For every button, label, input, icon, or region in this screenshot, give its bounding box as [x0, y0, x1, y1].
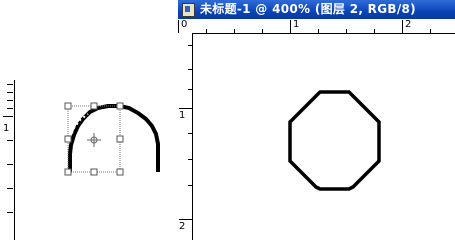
ruler-label-1: 1 — [179, 110, 186, 121]
ruler-tick — [188, 159, 192, 160]
ruler-tick — [7, 140, 13, 141]
ruler-tick — [7, 188, 13, 189]
square-handle-icon — [64, 168, 72, 176]
ruler-tick — [7, 100, 13, 101]
left-vertical-ruler[interactable]: 1 — [0, 80, 15, 240]
ruler-tick — [188, 185, 192, 186]
canvas-drawing — [288, 90, 381, 191]
document-title-bar[interactable]: 未标题-1 @ 400% (图层 2, RGB/8) — [178, 0, 455, 19]
document-canvas[interactable] — [193, 34, 455, 240]
vertical-ruler[interactable]: 1 2 — [178, 33, 193, 240]
ruler-label-0: 0 — [181, 19, 188, 30]
document-title: 未标题-1 @ 400% (图层 2, RGB/8) — [200, 2, 416, 16]
ruler-tick — [7, 164, 13, 165]
square-handle-icon — [90, 102, 98, 110]
square-handle-icon — [116, 168, 124, 176]
square-handle-icon — [116, 135, 124, 143]
ruler-label-2: 2 — [405, 19, 412, 30]
arc-stroke — [68, 104, 160, 172]
ruler-tick — [234, 29, 235, 33]
ruler-tick — [318, 29, 319, 33]
ruler-tick — [374, 29, 375, 33]
ruler-tick — [7, 92, 13, 93]
ruler-tick — [188, 133, 192, 134]
ruler-tick — [430, 29, 431, 33]
document-window[interactable]: 未标题-1 @ 400% (图层 2, RGB/8) 0 1 2 1 2 — [178, 0, 455, 240]
ruler-tick-major — [179, 219, 192, 220]
square-handle-icon — [116, 102, 124, 110]
ruler-tick — [206, 29, 207, 33]
left-canvas-preview[interactable] — [14, 90, 178, 240]
ruler-tick — [7, 108, 13, 109]
ruler-tick — [188, 45, 192, 46]
ruler-tick-major — [402, 20, 403, 33]
ruler-tick-major — [290, 20, 291, 33]
ruler-tick-major — [3, 116, 13, 117]
square-handle-icon — [64, 102, 72, 110]
ruler-tick — [262, 29, 263, 33]
ruler-label-2: 2 — [179, 221, 186, 232]
horizontal-ruler[interactable]: 0 1 2 — [178, 19, 455, 34]
circle-outline-stroke — [288, 90, 381, 191]
ruler-tick-major — [178, 20, 179, 33]
ruler-tick — [7, 212, 13, 213]
ruler-tick — [188, 89, 192, 90]
ruler-label-1: 1 — [293, 19, 300, 30]
photoshop-document-icon — [182, 3, 195, 17]
square-handle-icon — [64, 135, 72, 143]
ruler-tick — [346, 29, 347, 33]
crosshair-pivot-icon — [87, 133, 101, 147]
ruler-label-1: 1 — [3, 123, 10, 134]
ruler-tick — [188, 69, 192, 70]
ruler-tick — [7, 84, 13, 85]
square-handle-icon — [90, 168, 98, 176]
ruler-tick-major — [179, 108, 192, 109]
